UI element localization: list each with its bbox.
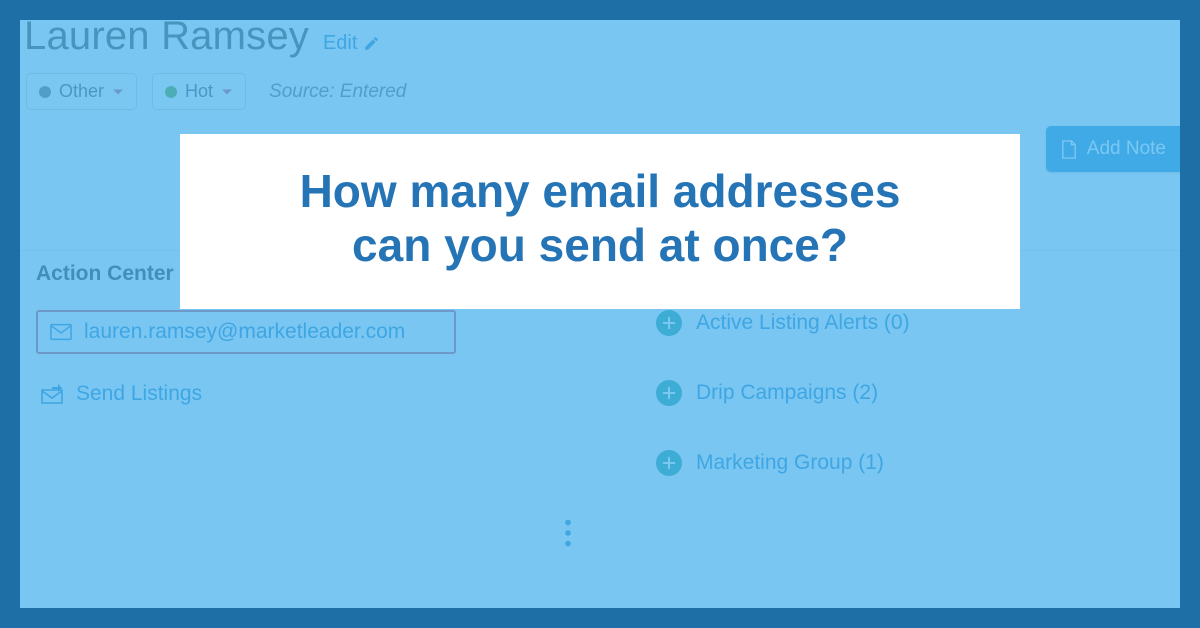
email-text: lauren.ramsey@marketleader.com [84,320,405,344]
chevron-down-icon [221,86,233,98]
dot-icon [165,86,177,98]
add-note-button[interactable]: Add Note [1046,126,1180,172]
add-note-label: Add Note [1087,138,1166,160]
app-frame: Lauren Ramsey Edit Other Hot Source: E [0,0,1200,628]
status-label: Hot [185,81,213,102]
dot-icon [39,86,51,98]
contact-header: Lauren Ramsey Edit [20,20,1180,59]
item-label: Drip Campaigns (2) [696,381,878,405]
action-center-title: Action Center [36,262,174,286]
send-listings-icon [40,384,64,404]
type-dropdown[interactable]: Other [26,73,137,110]
active-listing-alerts-button[interactable]: Active Listing Alerts (0) [656,310,910,336]
contact-name: Lauren Ramsey [24,20,309,59]
plus-icon [656,310,682,336]
tag-row: Other Hot Source: Entered [20,73,1180,110]
type-label: Other [59,81,104,102]
plus-icon [656,450,682,476]
question-text: How many email addresses can you send at… [220,164,980,273]
content: Lauren Ramsey Edit Other Hot Source: E [20,20,1180,602]
app-inner: Lauren Ramsey Edit Other Hot Source: E [20,20,1180,608]
item-label: Marketing Group (1) [696,451,884,475]
send-listings-label: Send Listings [76,382,202,406]
plus-icon [656,380,682,406]
marketing-group-button[interactable]: Marketing Group (1) [656,450,910,476]
more-menu[interactable] [564,519,572,552]
question-line-1: How many email addresses [300,165,901,217]
edit-label: Edit [323,32,357,55]
chevron-down-icon [112,86,124,98]
status-dropdown[interactable]: Hot [152,73,246,110]
kebab-icon [564,519,572,547]
question-line-2: can you send at once? [352,219,848,271]
envelope-icon [50,323,72,341]
edit-button[interactable]: Edit [323,32,380,55]
item-label: Active Listing Alerts (0) [696,311,910,335]
email-button[interactable]: lauren.ramsey@marketleader.com [36,310,456,354]
pencil-icon [363,35,380,52]
send-listings-button[interactable]: Send Listings [36,382,576,406]
note-icon [1060,140,1077,159]
source-label: Source: Entered [269,81,406,103]
left-column: lauren.ramsey@marketleader.com Send List… [36,310,576,406]
right-column: Active Listing Alerts (0) Drip Campaigns… [656,310,910,520]
drip-campaigns-button[interactable]: Drip Campaigns (2) [656,380,910,406]
question-overlay: How many email addresses can you send at… [180,134,1020,309]
